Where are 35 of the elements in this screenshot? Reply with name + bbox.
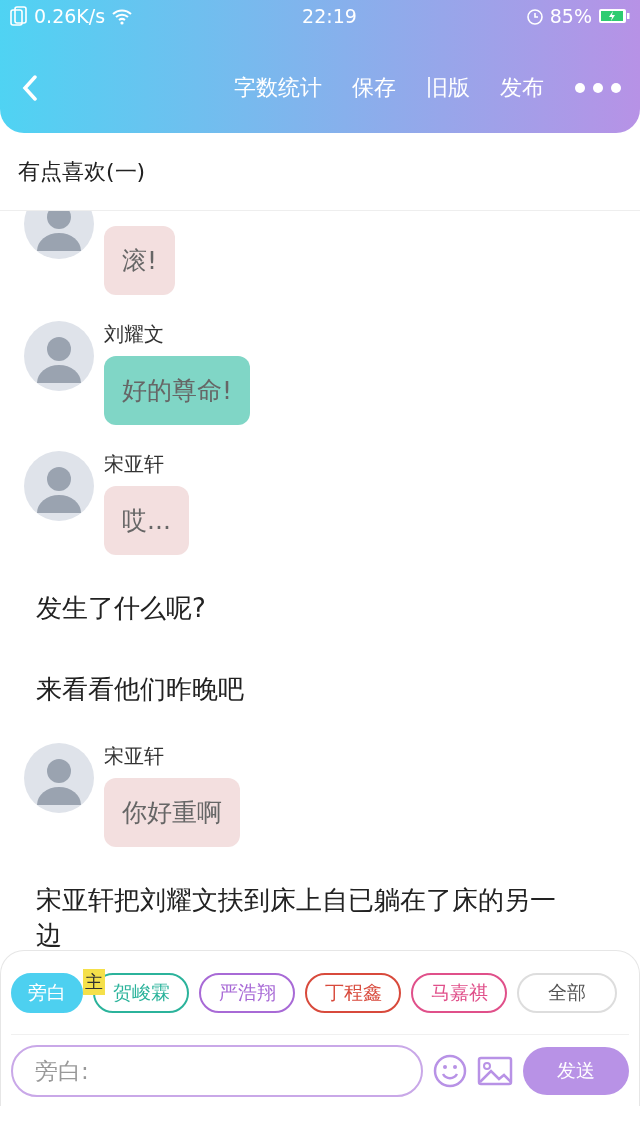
role-chip[interactable]: 旁白	[11, 972, 83, 1013]
more-icon[interactable]	[574, 81, 622, 94]
header-action[interactable]: 发布	[500, 72, 544, 103]
battery-icon	[598, 8, 630, 24]
header-action[interactable]: 旧版	[426, 72, 470, 103]
smiley-icon[interactable]	[433, 1053, 467, 1088]
role-chip[interactable]: 马嘉祺	[411, 972, 507, 1013]
header-action[interactable]: 保存	[352, 72, 396, 103]
speaker-name: 宋亚轩	[104, 743, 165, 771]
message-input[interactable]: 旁白:	[11, 1044, 423, 1097]
message-bubble: 你好重啊	[104, 778, 240, 848]
header-action[interactable]: 字数统计	[234, 72, 322, 103]
network-speed: 0.26K/s	[34, 5, 106, 27]
narration-text: 发生了什么呢?	[35, 592, 207, 625]
narration-text: 来看看他们昨晚吧	[35, 673, 245, 707]
message-bubble: 哎...	[104, 486, 189, 555]
role-chip[interactable]: 全部	[517, 972, 617, 1013]
send-button[interactable]: 发送	[523, 1046, 629, 1095]
role-chip[interactable]: 丁程鑫	[305, 972, 401, 1013]
image-icon[interactable]	[477, 1055, 513, 1086]
message-bubble: 好的尊命!	[104, 356, 251, 425]
role-chip[interactable]: 严浩翔	[199, 972, 295, 1013]
narration-text: 宋亚轩把刘耀文扶到床上自已躺在了床的另一边	[35, 884, 557, 950]
speaker-name: 刘耀文	[104, 321, 165, 348]
chapter-title: 有点喜欢(一)	[18, 157, 146, 186]
back-icon[interactable]	[22, 74, 38, 101]
wifi-icon	[111, 7, 134, 25]
battery-percent: 85%	[549, 5, 592, 27]
message-bubble: 滚!	[104, 226, 176, 295]
avatar	[24, 321, 94, 391]
clock-time: 22:19	[302, 5, 357, 27]
main-badge: 主	[83, 968, 105, 995]
speaker-name: 宋亚轩	[104, 451, 165, 478]
avatar	[24, 451, 94, 521]
avatar	[24, 743, 94, 814]
